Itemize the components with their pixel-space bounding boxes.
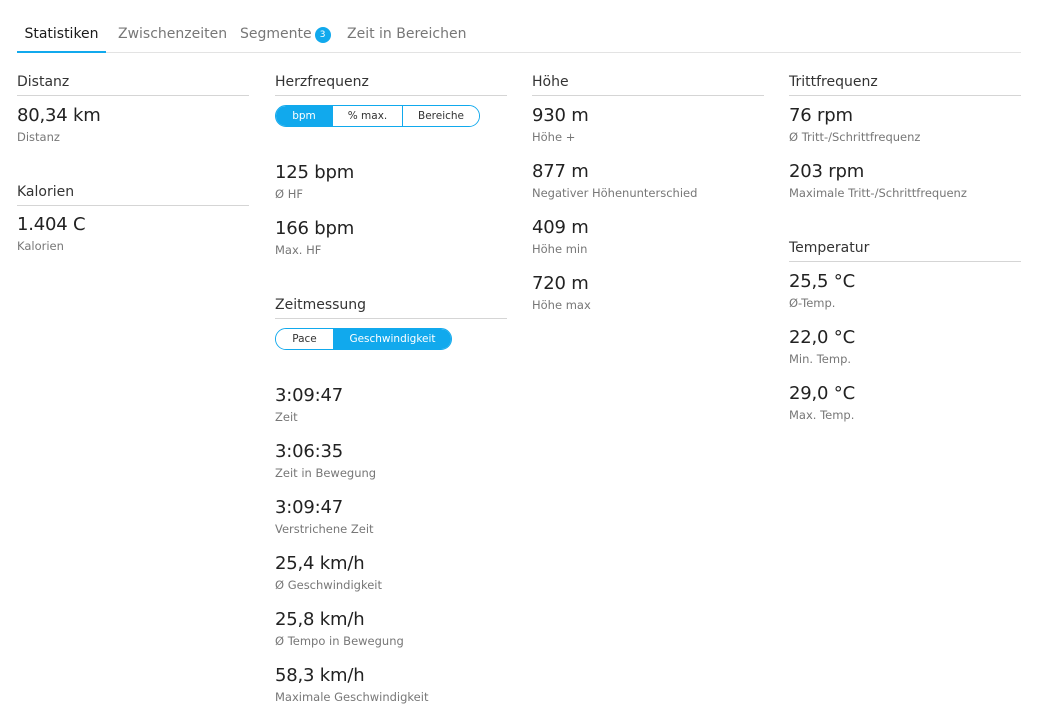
stat-label: Höhe + (532, 130, 576, 144)
stat-value: 3:06:35 (275, 441, 343, 462)
temperature-title: Temperatur (789, 239, 1021, 262)
toggle-bpm[interactable]: bpm (276, 106, 332, 126)
tab-zeit-in-bereichen[interactable]: Zeit in Bereichen (347, 16, 466, 52)
stat-label: Min. Temp. (789, 352, 852, 366)
stat-value: 166 bpm (275, 218, 355, 239)
elevation-title: Höhe (532, 73, 764, 96)
stat-value: 58,3 km/h (275, 665, 365, 686)
stat-value: 25,5 °C (789, 271, 855, 292)
calories-stat: 1.404 C Kalorien (17, 214, 86, 254)
stat-item: 203 rpm Maximale Tritt-/Schrittfrequenz (789, 161, 967, 201)
stat-label: Ø Tempo in Bewegung (275, 634, 404, 648)
stat-label: Negativer Höhenunterschied (532, 186, 698, 200)
stat-label: Zeit (275, 410, 298, 424)
calories-title: Kalorien (17, 183, 249, 206)
stat-item: 125 bpm Ø HF (275, 162, 354, 202)
distance-stat: 80,34 km Distanz (17, 105, 101, 145)
distance-title: Distanz (17, 73, 249, 96)
stat-label: Ø-Temp. (789, 296, 836, 310)
stat-value: 25,4 km/h (275, 553, 365, 574)
stat-label: Max. Temp. (789, 408, 855, 422)
stat-item: 409 m Höhe min (532, 217, 589, 257)
stat-label: Ø HF (275, 187, 303, 201)
stat-item: 166 bpm Max. HF (275, 218, 354, 258)
stat-item: 3:09:47 Zeit (275, 385, 343, 425)
stat-value: 203 rpm (789, 161, 865, 182)
distance-label: Distanz (17, 130, 60, 144)
stat-value: 720 m (532, 273, 589, 294)
stat-value: 3:09:47 (275, 497, 343, 518)
stat-value: 3:09:47 (275, 385, 343, 406)
stat-item: 25,5 °C Ø-Temp. (789, 271, 855, 311)
calories-label: Kalorien (17, 239, 64, 253)
heart-rate-section: Herzfrequenz bpm % max. Bereiche 125 bpm… (275, 73, 507, 273)
tab-segmente-label: Segmente (240, 26, 312, 42)
stat-value: 22,0 °C (789, 327, 855, 348)
stat-label: Verstrichene Zeit (275, 522, 374, 536)
stat-item: 3:06:35 Zeit in Bewegung (275, 441, 376, 481)
timing-section: Zeitmessung Pace Geschwindigkeit 3:09:47… (275, 296, 507, 713)
stat-item: 76 rpm Ø Tritt-/Schrittfrequenz (789, 105, 920, 145)
stat-label: Ø Tritt-/Schrittfrequenz (789, 130, 921, 144)
calories-section: Kalorien 1.404 C Kalorien (17, 183, 249, 263)
stat-value: 29,0 °C (789, 383, 855, 404)
toggle-bereiche[interactable]: Bereiche (402, 106, 479, 126)
stat-label: Max. HF (275, 243, 322, 257)
stat-item: 22,0 °C Min. Temp. (789, 327, 855, 367)
stat-label: Höhe min (532, 242, 588, 256)
stat-value: 125 bpm (275, 162, 355, 183)
stat-item: 29,0 °C Max. Temp. (789, 383, 855, 423)
stat-value: 930 m (532, 105, 589, 126)
distance-value: 80,34 km (17, 105, 101, 126)
stat-item: 930 m Höhe + (532, 105, 589, 145)
stat-value: 409 m (532, 217, 589, 238)
stat-item: 877 m Negativer Höhenunterschied (532, 161, 697, 201)
timing-mode-toggle: Pace Geschwindigkeit (275, 328, 452, 350)
heart-rate-title: Herzfrequenz (275, 73, 507, 96)
toggle-geschwindigkeit[interactable]: Geschwindigkeit (333, 329, 451, 349)
cadence-title: Trittfrequenz (789, 73, 1021, 96)
activity-tabs: Statistiken Zwischenzeiten Segmente 3 Zei… (17, 16, 1021, 53)
stat-value: 877 m (532, 161, 589, 182)
stat-label: Höhe max (532, 298, 591, 312)
temperature-section: Temperatur 25,5 °C Ø-Temp. 22,0 °C Min. … (789, 239, 1021, 439)
elevation-section: Höhe 930 m Höhe + 877 m Negativer Höhenu… (532, 73, 764, 323)
tab-zwischenzeiten[interactable]: Zwischenzeiten (118, 16, 227, 52)
segments-count-badge: 3 (314, 27, 331, 43)
stat-item: 25,4 km/h Ø Geschwindigkeit (275, 553, 382, 593)
tab-segmente[interactable]: Segmente 3 (240, 16, 331, 52)
stat-label: Ø Geschwindigkeit (275, 578, 383, 592)
stat-label: Maximale Geschwindigkeit (275, 690, 429, 704)
stat-label: Zeit in Bewegung (275, 466, 377, 480)
distance-section: Distanz 80,34 km Distanz (17, 73, 249, 153)
stat-item: 58,3 km/h Maximale Geschwindigkeit (275, 665, 428, 705)
stat-item: 720 m Höhe max (532, 273, 591, 313)
heart-rate-unit-toggle: bpm % max. Bereiche (275, 105, 480, 127)
stat-item: 3:09:47 Verstrichene Zeit (275, 497, 374, 537)
stat-label: Maximale Tritt-/Schrittfrequenz (789, 186, 967, 200)
toggle-pace[interactable]: Pace (276, 329, 333, 349)
calories-value: 1.404 C (17, 214, 86, 235)
timing-title: Zeitmessung (275, 296, 507, 319)
toggle-percent-max[interactable]: % max. (332, 106, 402, 126)
cadence-section: Trittfrequenz 76 rpm Ø Tritt-/Schrittfre… (789, 73, 1021, 213)
tab-statistiken[interactable]: Statistiken (17, 16, 106, 53)
stat-value: 76 rpm (789, 105, 853, 126)
stat-item: 25,8 km/h Ø Tempo in Bewegung (275, 609, 404, 649)
stat-value: 25,8 km/h (275, 609, 365, 630)
